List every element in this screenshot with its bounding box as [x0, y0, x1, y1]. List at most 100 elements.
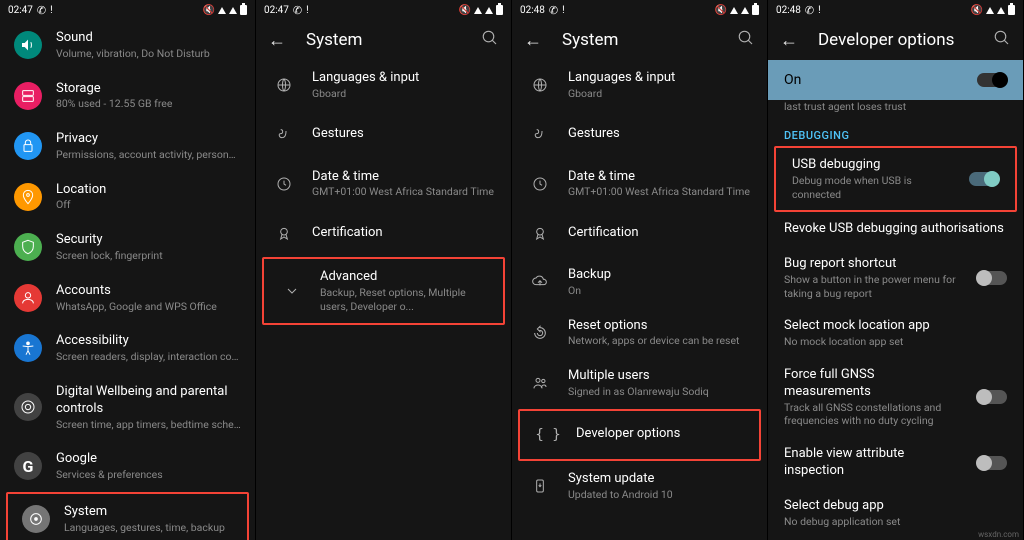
row-label: Gestures [312, 126, 497, 143]
storage-icon [14, 82, 42, 110]
signal-icon [997, 7, 1005, 14]
row-certification[interactable]: Certification [256, 209, 511, 257]
wifi-icon [218, 7, 226, 14]
row-label: Backup [568, 267, 753, 284]
wifi-icon [730, 7, 738, 14]
notif-icon: ! [562, 5, 565, 16]
search-button[interactable] [737, 29, 755, 51]
master-toggle[interactable] [977, 73, 1007, 87]
row-languages-input[interactable]: Languages & inputGboard [256, 60, 511, 111]
clock: 02:47 [264, 5, 289, 16]
row-bug-report-shortcut[interactable]: Bug report shortcutShow a button in the … [768, 247, 1023, 309]
row-security[interactable]: SecurityScreen lock, fingerprint [0, 222, 255, 273]
row-privacy[interactable]: PrivacyPermissions, account activity, pe… [0, 121, 255, 172]
row-subtitle: Signed in as Olanrewaju Sodiq [568, 385, 753, 399]
clock: 02:48 [776, 5, 801, 16]
dev-icon: { } [534, 421, 562, 449]
page-title: Developer options [818, 30, 973, 50]
battery-icon [1008, 5, 1015, 15]
row-subtitle: No debug application set [784, 515, 1007, 529]
clock: 02:48 [520, 5, 545, 16]
row-certification[interactable]: Certification [512, 209, 767, 257]
row-multiple-users[interactable]: Multiple usersSigned in as Olanrewaju So… [512, 358, 767, 409]
row-system-update[interactable]: System updateUpdated to Android 10 [512, 461, 767, 512]
row-storage[interactable]: Storage80% used - 12.55 GB free [0, 71, 255, 122]
row-system[interactable]: SystemLanguages, gestures, time, backup [6, 492, 249, 540]
row-google[interactable]: GGoogleServices & preferences [0, 441, 255, 492]
row-revoke-usb-debugging-authorisations[interactable]: Revoke USB debugging authorisations [768, 212, 1023, 247]
row-select-mock-location-app[interactable]: Select mock location appNo mock location… [768, 309, 1023, 358]
whatsapp-icon: ✆ [293, 4, 302, 17]
row-label: Enable view attribute inspection [784, 446, 963, 480]
location-icon [14, 183, 42, 211]
search-button[interactable] [481, 29, 499, 51]
row-label: Select debug app [784, 498, 1007, 515]
update-icon [526, 472, 554, 500]
clock-icon [270, 170, 298, 198]
signal-icon [741, 7, 749, 14]
row-accessibility[interactable]: AccessibilityScreen readers, display, in… [0, 323, 255, 374]
row-label: System [64, 504, 233, 521]
reset-icon [526, 319, 554, 347]
row-label: Select mock location app [784, 318, 1007, 335]
row-languages-input[interactable]: Languages & inputGboard [512, 60, 767, 111]
notif-icon: ! [50, 5, 53, 16]
mute-icon: 🔇 [459, 5, 471, 16]
row-subtitle: Network, apps or device can be reset [568, 334, 753, 348]
notif-icon: ! [818, 5, 821, 16]
row-enable-view-attribute-inspection[interactable]: Enable view attribute inspection [768, 437, 1023, 489]
row-subtitle: GMT+01:00 West Africa Standard Time [312, 185, 497, 199]
globe-icon [526, 71, 554, 99]
row-subtitle: Track all GNSS constellations and freque… [784, 401, 963, 428]
row-accounts[interactable]: AccountsWhatsApp, Google and WPS Office [0, 273, 255, 324]
row-developer-options[interactable]: { }Developer options [518, 409, 761, 461]
back-button[interactable]: ← [268, 30, 286, 51]
page-title: System [306, 30, 461, 50]
row-subtitle: Gboard [568, 87, 753, 101]
toggle[interactable] [977, 390, 1007, 404]
row-subtitle: Debug mode when USB is connected [792, 174, 955, 201]
battery-icon [752, 5, 759, 15]
toggle[interactable] [977, 456, 1007, 470]
row-location[interactable]: LocationOff [0, 172, 255, 223]
system-icon [22, 505, 50, 533]
row-label: Digital Wellbeing and parental controls [56, 384, 241, 418]
row-backup[interactable]: BackupOn [512, 257, 767, 308]
globe-icon [270, 71, 298, 99]
row-date-time[interactable]: Date & timeGMT+01:00 West Africa Standar… [256, 159, 511, 210]
signal-icon [229, 7, 237, 14]
system-collapsed: 02:47✆! 🔇 ← System Languages & inputGboa… [256, 0, 512, 540]
gestures-icon [270, 121, 298, 149]
row-label: Google [56, 451, 241, 468]
search-button[interactable] [993, 29, 1011, 51]
row-subtitle: Screen lock, fingerprint [56, 249, 241, 263]
row-gestures[interactable]: Gestures [256, 111, 511, 159]
row-usb-debugging[interactable]: USB debuggingDebug mode when USB is conn… [774, 146, 1017, 212]
section-debugging: DEBUGGING [768, 121, 1023, 146]
row-force-full-gnss-measurements[interactable]: Force full GNSS measurementsTrack all GN… [768, 358, 1023, 437]
row-label: Accessibility [56, 333, 241, 350]
row-sound[interactable]: SoundVolume, vibration, Do Not Disturb [0, 20, 255, 71]
row-advanced[interactable]: AdvancedBackup, Reset options, Multiple … [262, 257, 505, 325]
toggle[interactable] [977, 271, 1007, 285]
row-label: Security [56, 232, 241, 249]
whatsapp-icon: ✆ [549, 4, 558, 17]
row-subtitle: Off [56, 198, 241, 212]
page-title: System [562, 30, 717, 50]
row-gestures[interactable]: Gestures [512, 111, 767, 159]
row-label: Languages & input [312, 70, 497, 87]
wifi-icon [474, 7, 482, 14]
row-digital-wellbeing-and-parental-controls[interactable]: Digital Wellbeing and parental controlsS… [0, 374, 255, 441]
master-toggle-row[interactable]: On [768, 60, 1023, 100]
row-date-time[interactable]: Date & timeGMT+01:00 West Africa Standar… [512, 159, 767, 210]
back-button[interactable]: ← [780, 30, 798, 51]
row-label: Certification [568, 225, 753, 242]
row-label: Reset options [568, 318, 753, 335]
toggle[interactable] [969, 172, 999, 186]
row-reset-options[interactable]: Reset optionsNetwork, apps or device can… [512, 308, 767, 359]
security-icon [14, 233, 42, 261]
back-button[interactable]: ← [524, 30, 542, 51]
cert-icon [526, 219, 554, 247]
row-label: Bug report shortcut [784, 256, 963, 273]
header: ← System [512, 20, 767, 60]
